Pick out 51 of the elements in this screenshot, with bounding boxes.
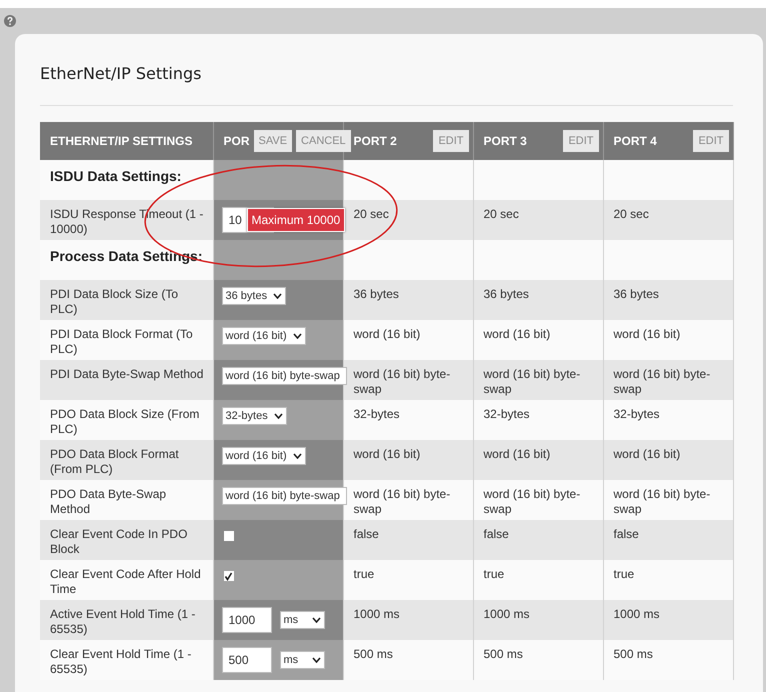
setting-label: Active Event Hold Time (1 - 65535) [50,607,196,637]
table-cell-text: 20 sec [614,207,650,222]
column-header: ETHERNET/IP SETTINGS [50,134,192,148]
table-cell-text: 1000 ms [484,607,531,622]
table-cell-text: word (16 bit) [484,447,552,462]
table-cell-text: word (16 bit) [354,327,422,342]
table-cell-text: word (16 bit) byte-swap [354,487,452,517]
setting-label: PDO Data Block Size (From PLC) [50,407,200,437]
table-cell-text: word (16 bit) byte-swap [614,367,712,397]
section-heading: ISDU Data Settings: [50,168,182,184]
table-cell-text: 20 sec [354,207,390,222]
page-title: EtherNet/IP Settings [40,64,202,83]
table-cell-text: word (16 bit) byte-swap [614,487,712,517]
setting-label: PDO Data Byte-Swap Method [50,487,168,517]
table-cell-text: 500 ms [484,647,524,662]
setting-label: PDI Data Block Format (To PLC) [50,327,194,357]
table-cell-text: word (16 bit) byte-swap [354,367,452,397]
table-cell-text: 20 sec [484,207,520,222]
setting-label: Clear Event Code After Hold Time [50,567,202,597]
table-cell-text: word (16 bit) [614,447,682,462]
column-header: PORT 4 [614,134,658,148]
table-cell-text: true [614,567,636,582]
setting-label: PDI Data Byte-Swap Method [50,367,204,382]
table-cell-text: 1000 ms [614,607,661,622]
table-cell-text: 36 bytes [484,287,530,302]
setting-label: Clear Event Code In PDO Block [50,527,188,557]
table-cell-text: true [354,567,376,582]
table-cell-text: 32-bytes [484,407,531,422]
column-header: PORT 3 [484,134,528,148]
table-cell-text: false [354,527,380,542]
table-cell-text: 32-bytes [614,407,661,422]
table-cell-text: word (16 bit) byte-swap [484,487,582,517]
table-cell-text: 36 bytes [354,287,400,302]
table-cell-text: word (16 bit) [354,447,422,462]
table-cell-text: 1000 ms [354,607,401,622]
table-cell-text: true [484,567,506,582]
table-cell-text: 32-bytes [354,407,401,422]
table-cell-text: 500 ms [614,647,654,662]
table-cell-text: false [484,527,510,542]
setting-label: PDI Data Block Size (To PLC) [50,287,180,317]
table-cell-text: word (16 bit) byte-swap [484,367,582,397]
setting-label: Clear Event Hold Time (1 - 65535) [50,647,192,677]
table-cell-text: word (16 bit) [614,327,682,342]
setting-label: PDO Data Block Format (From PLC) [50,447,180,477]
column-header: PORT 2 [354,134,398,148]
table-cell-text: 500 ms [354,647,394,662]
validation-tooltip: Maximum 10000 [246,208,346,232]
table-cell-text: word (16 bit) [484,327,552,342]
column-header: POR [224,134,250,148]
table-cell-text: 36 bytes [614,287,660,302]
table-cell-text: false [614,527,640,542]
